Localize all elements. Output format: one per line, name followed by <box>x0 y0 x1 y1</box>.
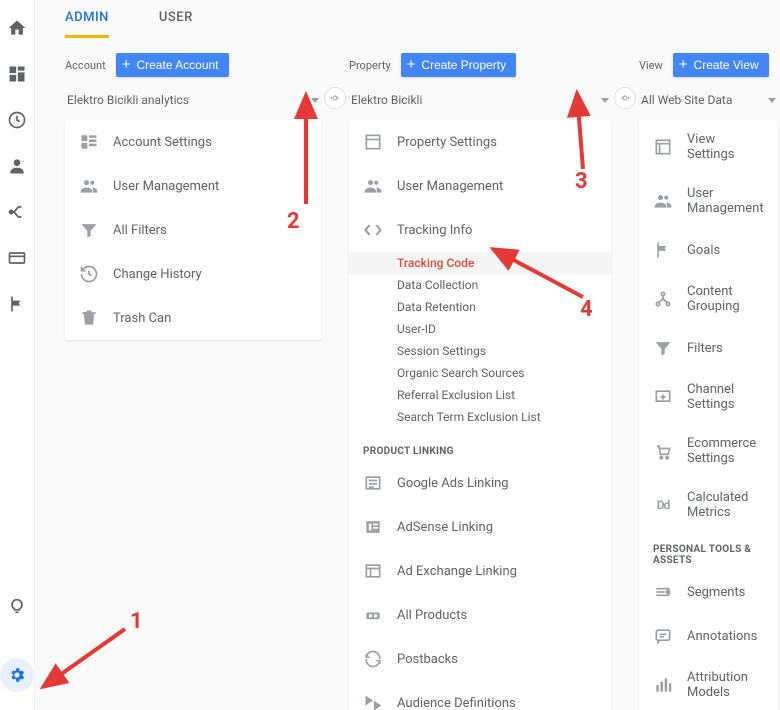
ecommerce-settings-link[interactable]: Ecommerce Settings <box>639 424 778 478</box>
ad-exchange-linking-link[interactable]: Ad Exchange Linking <box>349 549 611 593</box>
move-property-left-button[interactable] <box>324 87 346 109</box>
tab-user[interactable]: USER <box>159 10 193 38</box>
property-selector[interactable]: Elektro Bicikli <box>349 87 611 116</box>
adsense-linking-link[interactable]: AdSense Linking <box>349 505 611 549</box>
attribution-icon <box>653 675 673 695</box>
property-settings-link[interactable]: Property Settings <box>349 120 611 164</box>
view-menu-card: View Settings User Management Goals Cont… <box>639 120 778 710</box>
channel-icon <box>653 387 673 407</box>
clock-icon[interactable] <box>7 110 27 130</box>
property-user-management-link[interactable]: User Management <box>349 164 611 208</box>
user-management-icon <box>79 176 99 196</box>
view-user-management-link[interactable]: User Management <box>639 174 778 228</box>
ecommerce-icon <box>653 441 673 461</box>
create-view-button[interactable]: + Create View <box>673 53 769 77</box>
annotations-link[interactable]: Annotations <box>639 614 778 658</box>
tracking-info-sublist: Tracking Code Data Collection Data Reten… <box>349 252 611 434</box>
flag-icon[interactable] <box>7 294 27 314</box>
dashboard-icon[interactable] <box>7 64 27 84</box>
caret-down-icon <box>601 98 609 103</box>
view-selector[interactable]: All Web Site Data <box>639 87 778 116</box>
all-products-icon <box>363 605 383 625</box>
account-user-management-link[interactable]: User Management <box>65 164 321 208</box>
conversions-icon[interactable] <box>7 202 27 222</box>
annotations-icon <box>653 626 673 646</box>
tracking-info-link[interactable]: Tracking Info <box>349 208 611 252</box>
audience-definitions-link[interactable]: Audience Definitions <box>349 681 611 710</box>
segments-link[interactable]: Segments <box>639 570 778 614</box>
property-column: Property + Create Property Elektro Bicik… <box>335 53 625 710</box>
plus-icon: + <box>679 62 688 68</box>
data-collection-link[interactable]: Data Collection <box>349 274 611 296</box>
attribution-models-link[interactable]: Attribution Models <box>639 658 778 710</box>
adsense-icon <box>363 517 383 537</box>
tab-admin[interactable]: ADMIN <box>65 10 109 38</box>
account-menu-card: Account Settings User Management All Fil… <box>65 120 321 340</box>
trash-can-link[interactable]: Trash Can <box>65 296 321 340</box>
change-history-link[interactable]: Change History <box>65 252 321 296</box>
view-settings-link[interactable]: View Settings <box>639 120 778 174</box>
referral-exclusion-link[interactable]: Referral Exclusion List <box>349 384 611 406</box>
create-property-button[interactable]: + Create Property <box>401 53 516 77</box>
tracking-info-icon <box>363 220 383 240</box>
personal-tools-title: PERSONAL TOOLS & ASSETS <box>639 532 778 570</box>
data-retention-link[interactable]: Data Retention <box>349 296 611 318</box>
admin-tabs: ADMIN USER <box>35 0 780 39</box>
account-selector[interactable]: Elektro Bicikli analytics <box>65 87 321 116</box>
move-view-left-button[interactable] <box>614 87 636 109</box>
create-account-button[interactable]: + Create Account <box>116 53 229 77</box>
view-settings-icon <box>653 137 673 157</box>
account-settings-icon <box>79 132 99 152</box>
filters-icon <box>79 220 99 240</box>
property-menu-card: Property Settings User Management Tracki… <box>349 120 611 710</box>
segments-icon <box>653 582 673 602</box>
account-column-label: Account <box>65 59 106 72</box>
user-management-icon <box>363 176 383 196</box>
session-settings-link[interactable]: Session Settings <box>349 340 611 362</box>
trash-icon <box>79 308 99 328</box>
postbacks-icon <box>363 649 383 669</box>
ad-exchange-icon <box>363 561 383 581</box>
goals-link[interactable]: Goals <box>639 228 778 272</box>
view-filters-link[interactable]: Filters <box>639 326 778 370</box>
calc-metrics-icon: Dd <box>653 495 673 515</box>
caret-down-icon <box>311 98 319 103</box>
account-column: Account + Create Account Elektro Bicikli… <box>35 53 335 710</box>
view-column: View + Create View All Web Site Data Vie… <box>625 53 780 710</box>
google-ads-icon <box>363 473 383 493</box>
property-column-label: Property <box>349 59 391 72</box>
all-products-link[interactable]: All Products <box>349 593 611 637</box>
property-settings-icon <box>363 132 383 152</box>
plus-icon: + <box>407 62 416 68</box>
channel-settings-link[interactable]: Channel Settings <box>639 370 778 424</box>
calculated-metrics-link[interactable]: Dd Calculated Metrics <box>639 478 778 532</box>
tracking-code-link[interactable]: Tracking Code <box>349 252 611 274</box>
user-management-icon <box>653 191 673 211</box>
home-icon[interactable] <box>7 18 27 38</box>
audience-icon <box>363 693 383 710</box>
search-term-exclusion-link[interactable]: Search Term Exclusion List <box>349 406 611 428</box>
organic-search-sources-link[interactable]: Organic Search Sources <box>349 362 611 384</box>
main-content: ADMIN USER Account + Create Account Elek… <box>35 0 780 710</box>
discover-icon[interactable] <box>7 594 27 614</box>
user-id-link[interactable]: User-ID <box>349 318 611 340</box>
postbacks-link[interactable]: Postbacks <box>349 637 611 681</box>
card-icon[interactable] <box>7 248 27 268</box>
filters-icon <box>653 338 673 358</box>
google-ads-linking-link[interactable]: Google Ads Linking <box>349 461 611 505</box>
person-icon[interactable] <box>7 156 27 176</box>
product-linking-title: PRODUCT LINKING <box>349 434 611 461</box>
history-icon <box>79 264 99 284</box>
caret-down-icon <box>768 98 776 103</box>
content-grouping-link[interactable]: Content Grouping <box>639 272 778 326</box>
view-column-label: View <box>639 59 663 72</box>
account-filters-link[interactable]: All Filters <box>65 208 321 252</box>
plus-icon: + <box>122 62 131 68</box>
admin-gear-icon[interactable] <box>0 658 34 692</box>
left-nav-rail <box>0 0 35 710</box>
content-grouping-icon <box>653 289 673 309</box>
goals-icon <box>653 240 673 260</box>
account-settings-link[interactable]: Account Settings <box>65 120 321 164</box>
